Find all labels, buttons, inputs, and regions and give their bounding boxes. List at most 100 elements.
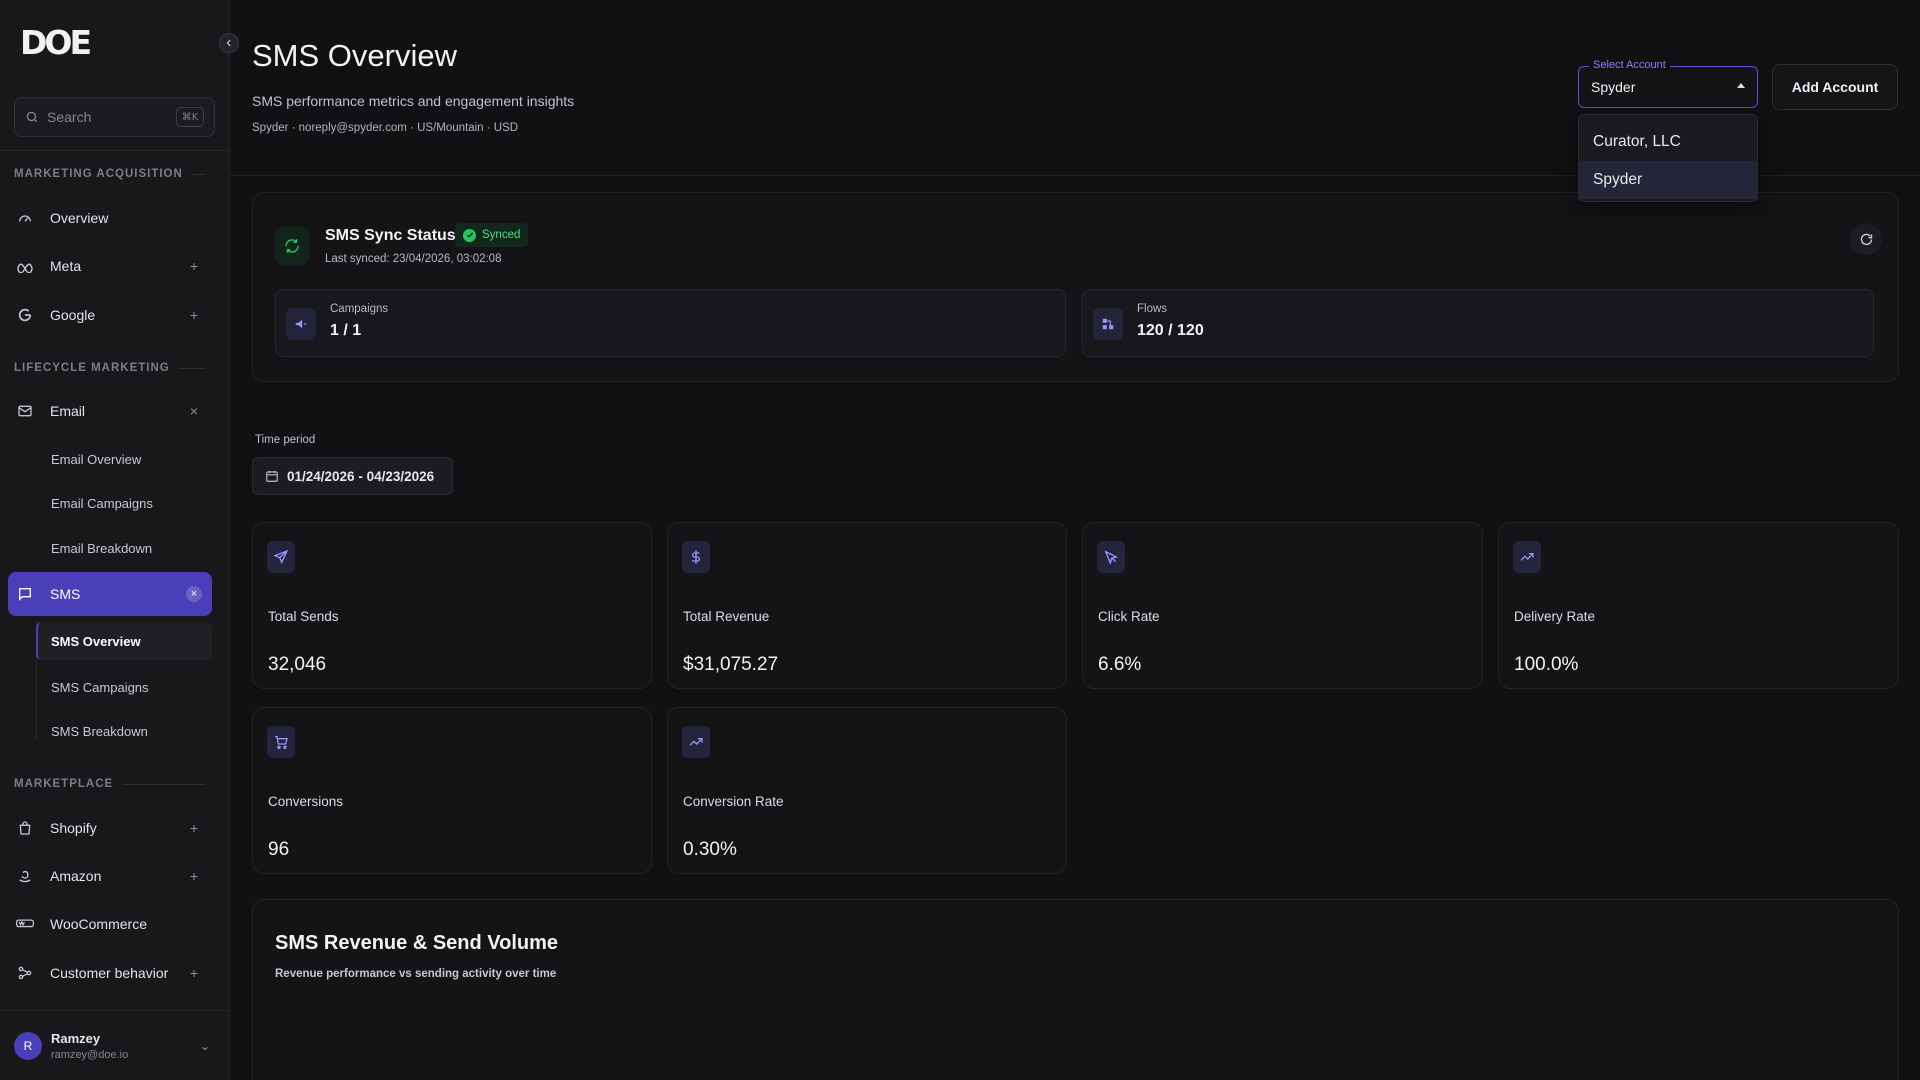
sidebar-item-label: Customer behavior [50, 965, 169, 981]
metric-value: $31,075.27 [683, 654, 779, 675]
search-icon [26, 111, 38, 123]
sidebar-item-overview[interactable]: Overview [8, 198, 212, 238]
flows-sync-box: Flows 120 / 120 [1082, 289, 1874, 357]
metric-card-total-revenue: Total Revenue $31,075.27 [667, 522, 1067, 689]
metric-card-total-sends: Total Sends 32,046 [252, 522, 652, 689]
metric-label: Total Revenue [683, 609, 770, 624]
close-icon[interactable]: × [186, 403, 202, 419]
sidebar-item-google[interactable]: Google + [8, 295, 212, 335]
sidebar-subitem-sms-breakdown[interactable]: SMS Breakdown [36, 712, 212, 750]
sidebar-subitem-sms-campaigns[interactable]: SMS Campaigns [36, 668, 212, 706]
add-icon[interactable]: + [186, 820, 202, 836]
date-range-value: 01/24/2026 - 04/23/2026 [287, 468, 435, 484]
sync-title: SMS Sync Status [325, 227, 456, 244]
chevron-left-icon [226, 39, 231, 47]
revenue-send-volume-card: SMS Revenue & Send Volume Revenue perfor… [252, 899, 1899, 1080]
metric-value: 0.30% [683, 839, 737, 860]
flows-value: 120 / 120 [1137, 322, 1204, 339]
close-icon[interactable]: × [186, 586, 202, 602]
account-option-selected[interactable]: Spyder [1579, 161, 1757, 199]
sidebar-subitem-email-campaigns[interactable]: Email Campaigns [36, 484, 212, 522]
shopping-bag-icon [16, 819, 34, 837]
campaigns-value: 1 / 1 [330, 322, 362, 339]
section-marketplace: MARKETPLACE [14, 778, 204, 790]
flows-label: Flows [1137, 303, 1168, 315]
check-circle-icon [463, 228, 476, 242]
send-icon [267, 541, 295, 573]
metric-card-click-rate: Click Rate 6.6% [1082, 522, 1483, 689]
sidebar-item-label: Overview [50, 210, 109, 226]
sync-icon [275, 227, 309, 265]
chart-subtitle: Revenue performance vs sending activity … [275, 968, 557, 980]
sidebar-item-label: Shopify [50, 820, 97, 836]
account-dropdown-menu: Curator, LLC Spyder [1578, 114, 1758, 202]
metric-value: 100.0% [1514, 654, 1579, 675]
sidebar-subitem-sms-overview[interactable]: SMS Overview [36, 622, 212, 660]
sidebar-subitem-email-breakdown[interactable]: Email Breakdown [36, 529, 212, 567]
sidebar-item-meta[interactable]: Meta + [8, 246, 212, 286]
sms-sync-status-card: SMS Sync Status Synced Last synced: 23/0… [252, 192, 1899, 382]
sidebar-divider [0, 150, 230, 151]
add-icon[interactable]: + [186, 868, 202, 884]
search-shortcut: ⌘K [176, 107, 204, 127]
sidebar-item-label: WooCommerce [50, 916, 147, 932]
refresh-button[interactable] [1850, 223, 1882, 255]
trending-up-icon [1513, 541, 1541, 573]
sidebar-item-customer-behavior[interactable]: Customer behavior + [8, 953, 212, 993]
search-input[interactable]: Search ⌘K [14, 97, 215, 137]
metric-label: Delivery Rate [1514, 609, 1596, 624]
amazon-icon [16, 867, 34, 885]
avatar: R [14, 1031, 42, 1060]
add-icon[interactable]: + [186, 258, 202, 274]
sidebar-item-label: Google [50, 307, 96, 323]
date-range-picker[interactable]: 01/24/2026 - 04/23/2026 [252, 457, 453, 495]
sidebar-item-label: Amazon [50, 868, 102, 884]
sidebar-subitem-email-overview[interactable]: Email Overview [36, 440, 212, 478]
last-synced-timestamp: Last synced: 23/04/2026, 03:02:08 [325, 253, 502, 265]
caret-up-icon [1737, 83, 1745, 88]
metric-card-conversion-rate: Conversion Rate 0.30% [667, 707, 1067, 874]
sidebar-item-label: Meta [50, 258, 82, 274]
sidebar-item-label: SMS [50, 586, 81, 602]
section-lifecycle-marketing: LIFECYCLE MARKETING [14, 362, 204, 374]
account-option[interactable]: Curator, LLC [1579, 123, 1757, 161]
sidebar: DOE Search ⌘K MARKETING ACQUISITION Over… [0, 0, 230, 1080]
doe-logo[interactable]: DOE [20, 24, 92, 60]
user-email: ramzey@doe.io [51, 1048, 129, 1061]
sidebar-item-woocommerce[interactable]: WooCommerce [8, 904, 212, 944]
time-period-label: Time period [255, 434, 316, 446]
trending-up-icon [682, 726, 710, 758]
metric-label: Conversion Rate [683, 794, 784, 809]
collapse-sidebar-button[interactable] [219, 33, 239, 53]
sidebar-item-shopify[interactable]: Shopify + [8, 808, 212, 848]
sidebar-item-sms[interactable]: SMS × [8, 572, 212, 616]
account-select[interactable]: Select Account Spyder [1578, 59, 1758, 108]
metric-card-delivery-rate: Delivery Rate 100.0% [1498, 522, 1899, 689]
metric-label: Conversions [268, 794, 344, 809]
megaphone-icon [286, 308, 316, 340]
sidebar-item-email[interactable]: Email × [8, 391, 212, 431]
chart-title: SMS Revenue & Send Volume [275, 932, 559, 954]
calendar-icon [266, 470, 278, 482]
mail-icon [16, 402, 34, 420]
metric-value: 6.6% [1098, 654, 1142, 675]
page-title: SMS Overview [252, 38, 457, 73]
metric-value: 32,046 [268, 654, 327, 675]
woocommerce-icon [16, 915, 34, 933]
account-select-label: Select Account [1589, 59, 1670, 71]
flow-icon [1093, 308, 1123, 340]
user-menu[interactable]: R Ramzey ramzey@doe.io ⌄ [0, 1010, 230, 1080]
add-icon[interactable]: + [186, 307, 202, 323]
chevron-down-icon[interactable]: ⌄ [200, 1039, 210, 1053]
sidebar-item-amazon[interactable]: Amazon + [8, 856, 212, 896]
campaigns-label: Campaigns [330, 303, 389, 315]
page-subtitle: SMS performance metrics and engagement i… [252, 93, 575, 109]
google-icon [16, 306, 34, 324]
account-meta: Spyder · noreply@spyder.com · US/Mountai… [252, 122, 519, 134]
add-icon[interactable]: + [186, 965, 202, 981]
sidebar-item-label: Email [50, 403, 86, 419]
add-account-button[interactable]: Add Account [1772, 64, 1898, 110]
campaigns-sync-box: Campaigns 1 / 1 [275, 289, 1066, 357]
metric-value: 96 [268, 839, 290, 860]
refresh-icon [1860, 233, 1872, 245]
